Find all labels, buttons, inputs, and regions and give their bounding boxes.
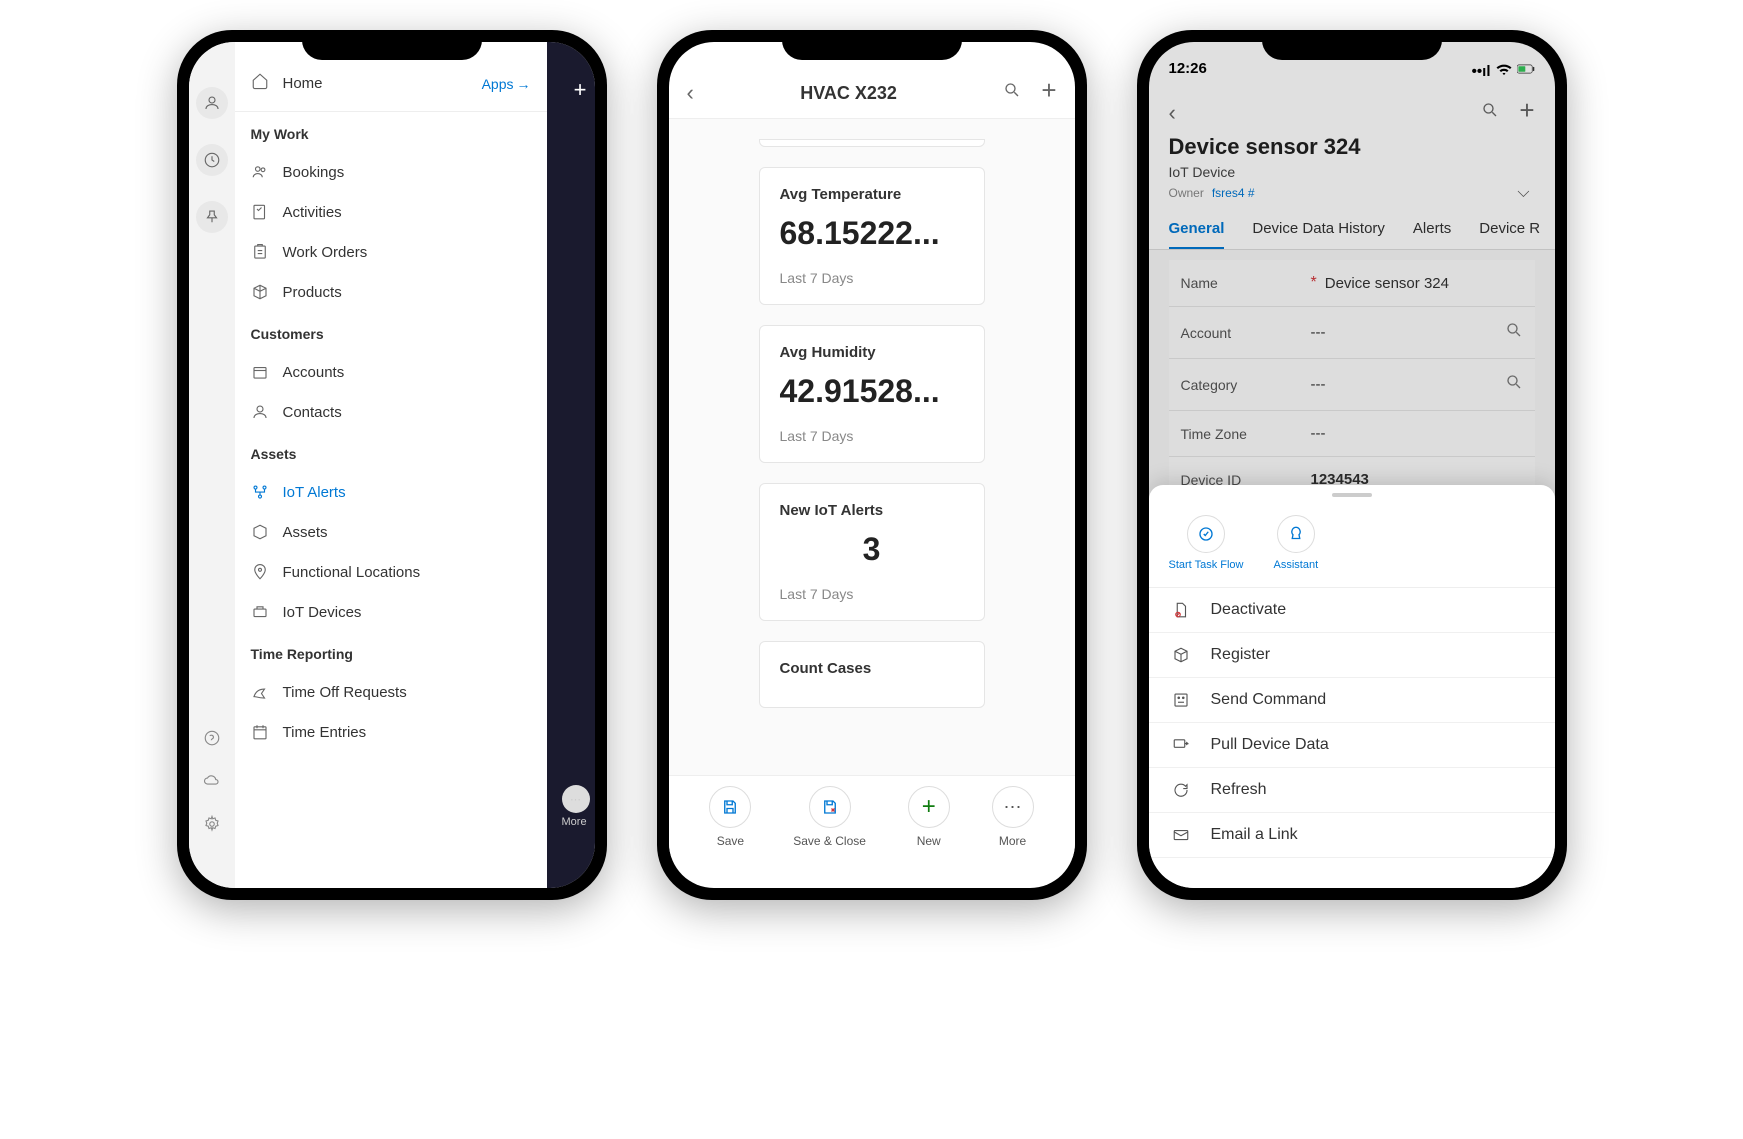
contacts-icon [251,403,269,421]
action-emaillink[interactable]: Email a Link [1149,813,1555,858]
register-icon [1171,646,1191,664]
emaillink-icon [1171,826,1191,844]
activities-icon [251,203,269,221]
phone-device: 12:26 ••ıl ‹ + Device sensor 324 IoT Dev… [1137,30,1567,900]
nav-bookings[interactable]: Bookings [235,152,547,192]
phone-hvac: ‹ HVAC X232 + Avg Temperature 68.15222..… [657,30,1087,900]
nav-iotdevices[interactable]: IoT Devices [235,592,547,632]
more-icon: ⋯ [992,786,1034,828]
saveclose-icon [809,786,851,828]
left-rail [189,42,235,888]
products-icon [251,283,269,301]
card-cases[interactable]: Count Cases [759,641,985,708]
cloud-icon[interactable] [203,772,221,795]
action-refresh[interactable]: Refresh [1149,768,1555,813]
save-button[interactable]: Save [709,786,751,848]
workorders-icon [251,243,269,261]
nav-iotalerts[interactable]: IoT Alerts [235,472,547,512]
nav-menu: Home Apps → My Work Bookings Activities … [235,42,547,888]
card-list[interactable]: Avg Temperature 68.15222... Last 7 Days … [669,119,1075,815]
sheet-taskflow[interactable]: Start Task Flow [1169,515,1244,571]
bottom-bar: Save Save & Close + New ⋯ More [669,775,1075,858]
nav-accounts[interactable]: Accounts [235,352,547,392]
phone-nav: Home Apps → My Work Bookings Activities … [177,30,607,900]
card-humidity[interactable]: Avg Humidity 42.91528... Last 7 Days [759,325,985,463]
iotdevices-icon [251,603,269,621]
refresh-icon [1171,781,1191,799]
sheet-assistant[interactable]: Assistant [1274,515,1319,571]
home-label: Home [283,75,482,92]
nav-activities[interactable]: Activities [235,192,547,232]
nav-home[interactable]: Home Apps → [235,42,547,112]
assistant-icon [1277,515,1315,553]
settings-icon[interactable] [203,815,221,838]
recent-icon[interactable] [196,144,228,176]
new-icon: + [908,786,950,828]
bookings-icon [251,163,269,181]
back-icon[interactable]: ‹ [687,80,694,106]
header: ‹ HVAC X232 + [669,42,1075,119]
deactivate-icon [1171,601,1191,619]
help-icon[interactable] [203,729,221,752]
timeoff-icon [251,683,269,701]
nav-functional[interactable]: Functional Locations [235,552,547,592]
action-pulldata[interactable]: Pull Device Data [1149,723,1555,768]
home-icon [251,72,269,95]
sendcommand-icon [1171,691,1191,709]
nav-workorders[interactable]: Work Orders [235,232,547,272]
section-timereporting: Time Reporting [235,632,547,672]
section-customers: Customers [235,312,547,352]
pin-icon[interactable] [196,201,228,233]
save-icon [709,786,751,828]
overlay-more[interactable]: ⋯ More [562,785,590,828]
saveclose-button[interactable]: Save & Close [793,786,866,848]
apps-link[interactable]: Apps → [482,76,531,92]
section-mywork: My Work [235,112,547,152]
section-assets: Assets [235,432,547,472]
profile-icon[interactable] [196,87,228,119]
nav-products[interactable]: Products [235,272,547,312]
location-icon [251,563,269,581]
action-deactivate[interactable]: Deactivate [1149,588,1555,633]
page-title: HVAC X232 [694,83,1003,104]
pulldata-icon [1171,736,1191,754]
new-button[interactable]: + New [908,786,950,848]
action-sheet: Start Task Flow Assistant Deactivate Reg… [1149,485,1555,888]
nav-assets[interactable]: Assets [235,512,547,552]
search-icon[interactable] [1003,81,1021,105]
nav-timeentries[interactable]: Time Entries [235,712,547,752]
nav-timeoff[interactable]: Time Off Requests [235,672,547,712]
nav-contacts[interactable]: Contacts [235,392,547,432]
assets-icon [251,523,269,541]
add-icon[interactable]: + [1041,81,1056,105]
action-sendcommand[interactable]: Send Command [1149,678,1555,723]
background-overlay[interactable]: + ⋯ More [547,42,595,888]
iotalerts-icon [251,483,269,501]
card-alerts[interactable]: New IoT Alerts 3 Last 7 Days [759,483,985,621]
overlay-plus-icon[interactable]: + [574,77,587,103]
action-register[interactable]: Register [1149,633,1555,678]
card-temperature[interactable]: Avg Temperature 68.15222... Last 7 Days [759,167,985,305]
taskflow-icon [1187,515,1225,553]
accounts-icon [251,363,269,381]
sheet-handle[interactable] [1332,493,1372,497]
more-button[interactable]: ⋯ More [992,786,1034,848]
timeentries-icon [251,723,269,741]
